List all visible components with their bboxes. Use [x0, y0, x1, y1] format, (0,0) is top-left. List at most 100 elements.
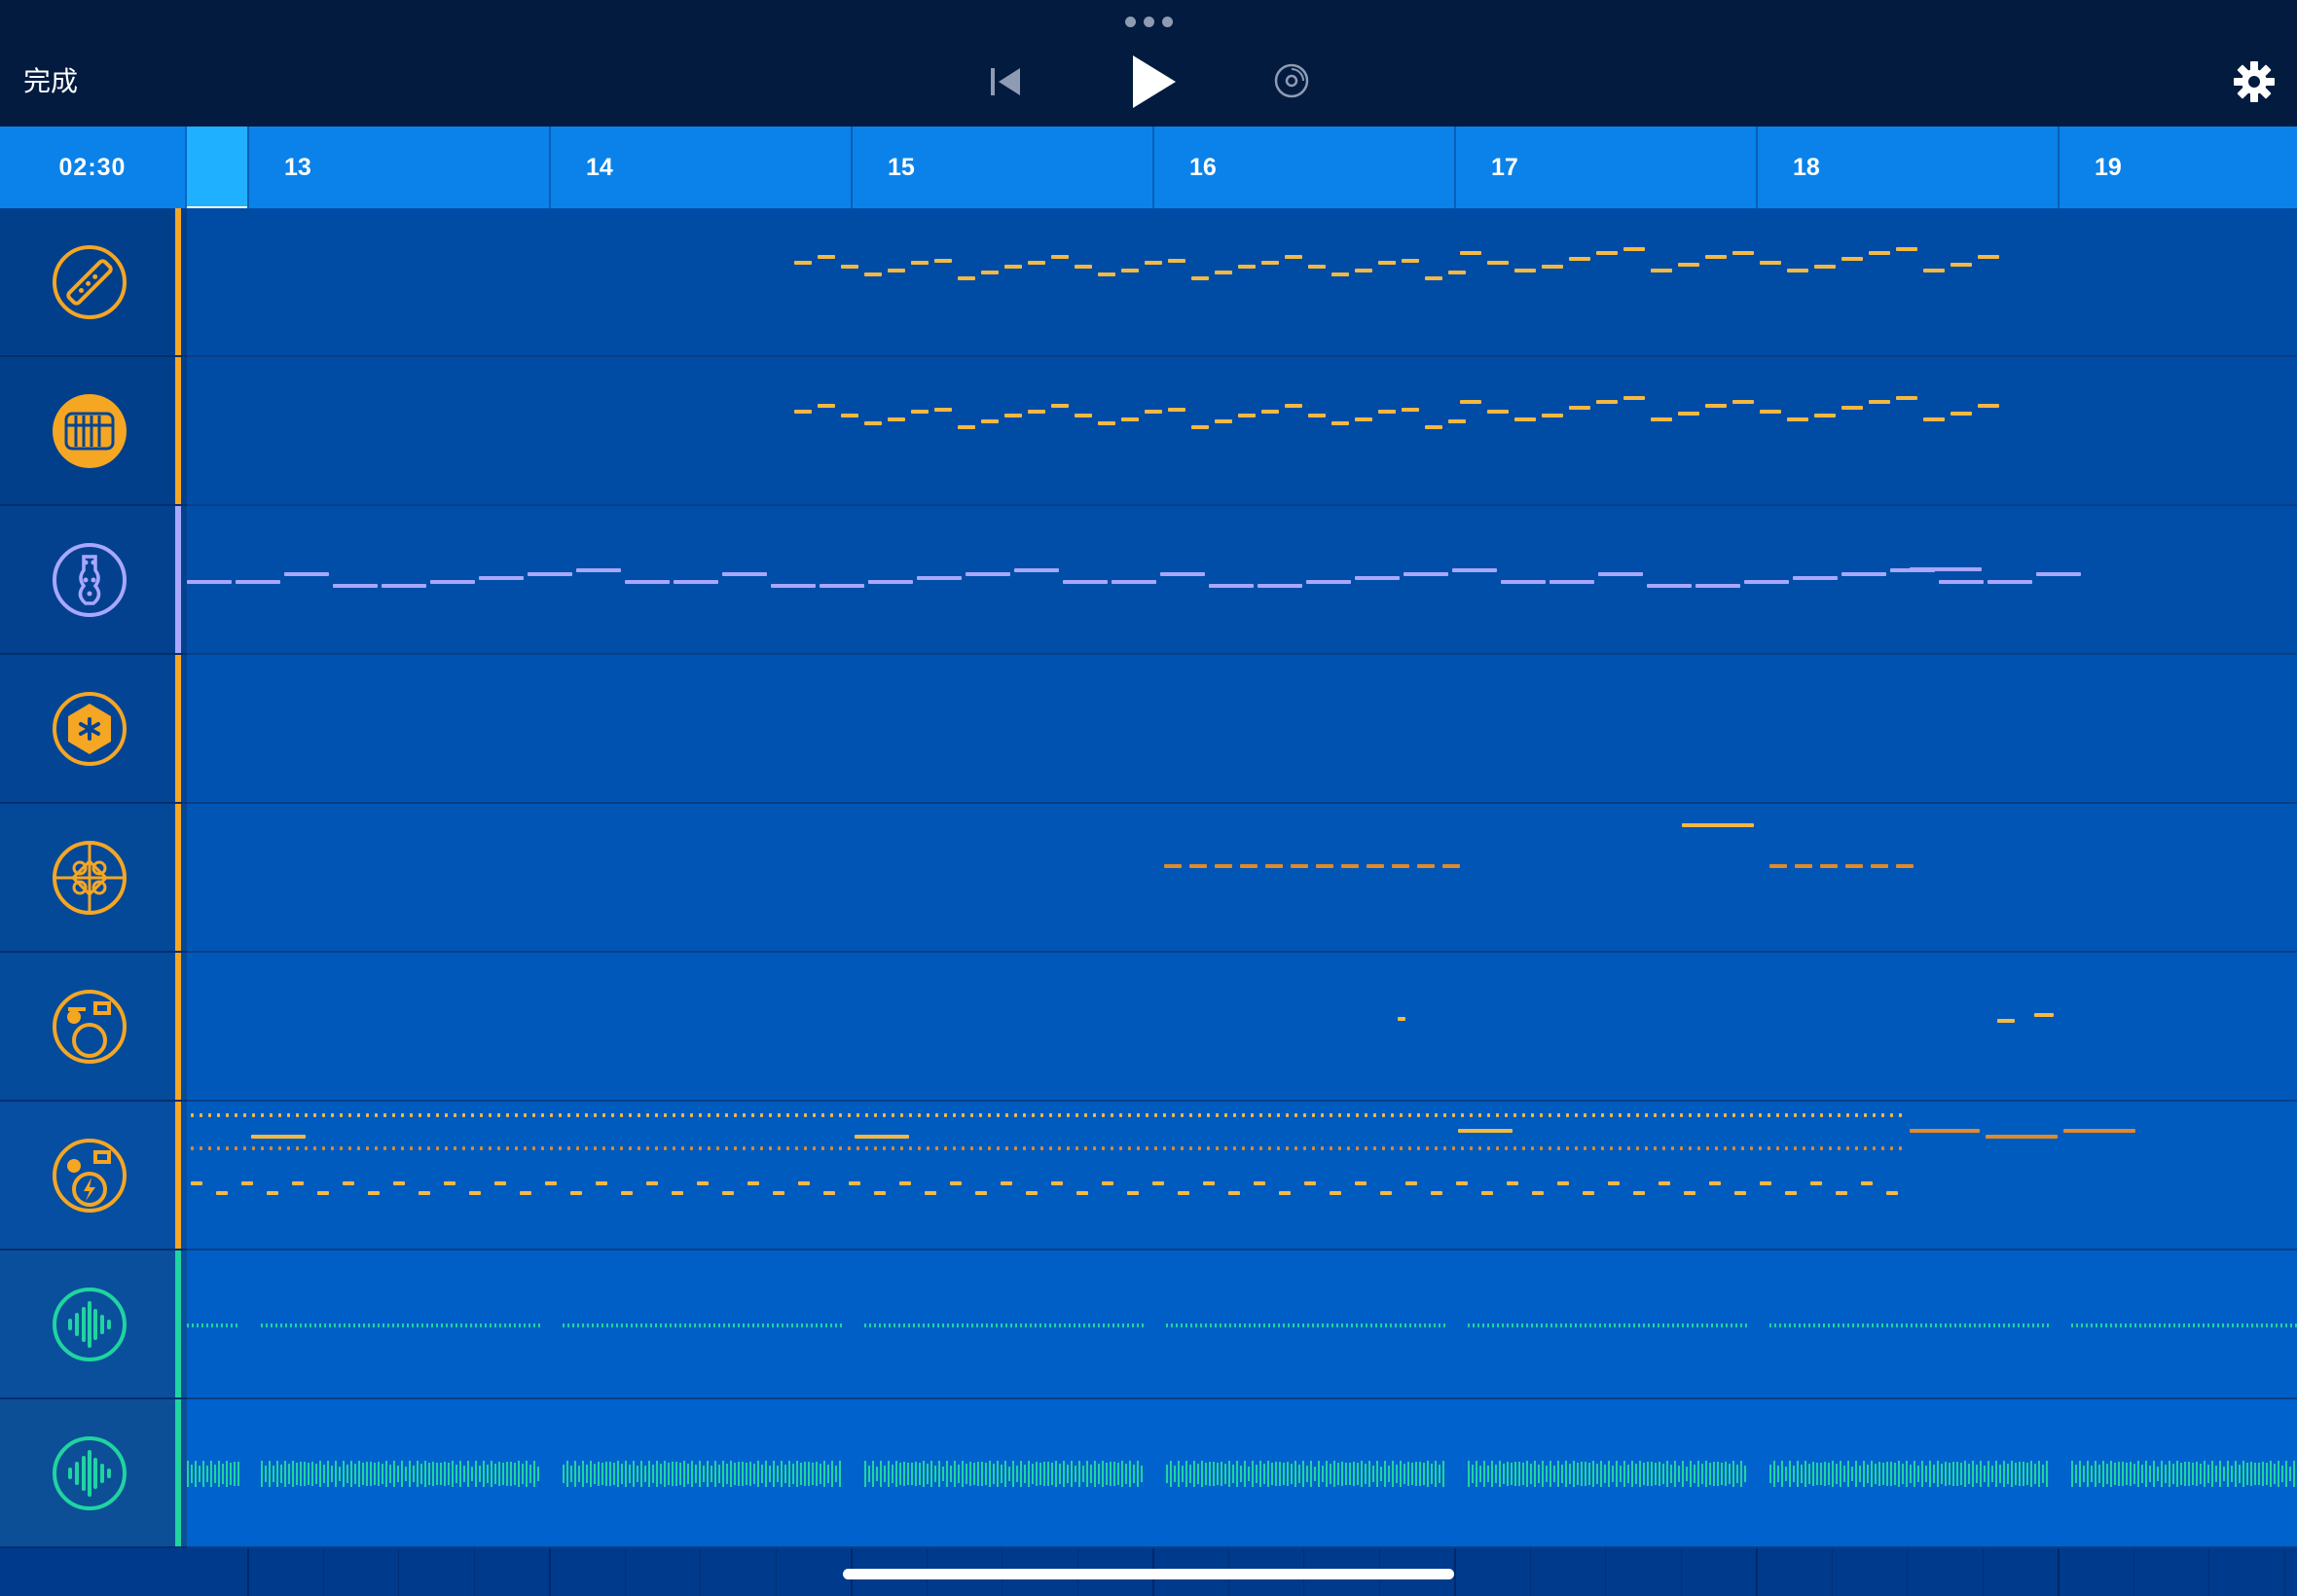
- note-block[interactable]: [953, 1146, 956, 1150]
- note-block[interactable]: [2063, 1129, 2135, 1133]
- note-block[interactable]: [322, 1113, 325, 1117]
- note-block[interactable]: [1487, 1146, 1490, 1150]
- note-block[interactable]: [773, 1191, 784, 1195]
- note-block[interactable]: [1601, 1146, 1604, 1150]
- note-block[interactable]: [1084, 1146, 1087, 1150]
- note-block[interactable]: [1408, 1146, 1411, 1150]
- note-block[interactable]: [674, 580, 718, 584]
- note-block[interactable]: [865, 1113, 868, 1117]
- note-block[interactable]: [217, 1113, 220, 1117]
- note-block[interactable]: [1987, 580, 2032, 584]
- note-block[interactable]: [1014, 1113, 1017, 1117]
- note-block[interactable]: [1684, 1191, 1695, 1195]
- note-block[interactable]: [541, 1146, 544, 1150]
- note-block[interactable]: [1005, 1113, 1008, 1117]
- note-block[interactable]: [1380, 1191, 1392, 1195]
- note-block[interactable]: [550, 1146, 553, 1150]
- note-block[interactable]: [520, 1191, 531, 1195]
- note-block[interactable]: [1785, 1191, 1797, 1195]
- track-header-audio-1[interactable]: [0, 1251, 187, 1399]
- note-block[interactable]: [778, 1146, 781, 1150]
- note-block[interactable]: [1732, 1146, 1735, 1150]
- note-block[interactable]: [1795, 864, 1812, 868]
- note-block[interactable]: [1814, 265, 1836, 269]
- note-block[interactable]: [1254, 1181, 1265, 1185]
- note-block[interactable]: [471, 1113, 474, 1117]
- note-block[interactable]: [348, 1113, 351, 1117]
- note-block[interactable]: [1128, 1146, 1131, 1150]
- note-block[interactable]: [1522, 1113, 1525, 1117]
- note-block[interactable]: [226, 1146, 229, 1150]
- bass-guitar-icon[interactable]: [51, 541, 128, 619]
- note-block[interactable]: [515, 1113, 518, 1117]
- note-block[interactable]: [1189, 1113, 1192, 1117]
- note-block[interactable]: [769, 1146, 772, 1150]
- note-block[interactable]: [1303, 1146, 1306, 1150]
- note-block[interactable]: [401, 1113, 404, 1117]
- note-block[interactable]: [1303, 1113, 1306, 1117]
- note-block[interactable]: [1886, 1191, 1898, 1195]
- note-block[interactable]: [804, 1113, 807, 1117]
- note-block[interactable]: [1382, 1146, 1385, 1150]
- note-block[interactable]: [1285, 255, 1302, 259]
- note-block[interactable]: [191, 1146, 194, 1150]
- note-block[interactable]: [1051, 1181, 1063, 1185]
- note-block[interactable]: [1787, 269, 1808, 272]
- note-block[interactable]: [383, 1113, 386, 1117]
- note-block[interactable]: [857, 1146, 859, 1150]
- note-block[interactable]: [1181, 1146, 1184, 1150]
- note-block[interactable]: [1207, 1113, 1210, 1117]
- note-block[interactable]: [970, 1146, 973, 1150]
- note-block[interactable]: [1259, 1146, 1262, 1150]
- note-block[interactable]: [857, 1113, 859, 1117]
- note-block[interactable]: [1671, 1146, 1674, 1150]
- note-block[interactable]: [935, 1113, 938, 1117]
- note-block[interactable]: [1741, 1146, 1744, 1150]
- note-block[interactable]: [672, 1191, 683, 1195]
- note-block[interactable]: [1207, 1146, 1210, 1150]
- note-block[interactable]: [1146, 1113, 1148, 1117]
- note-block[interactable]: [864, 421, 882, 425]
- note-block[interactable]: [1759, 1113, 1762, 1117]
- note-block[interactable]: [1004, 265, 1022, 269]
- note-block[interactable]: [1951, 263, 1972, 267]
- note-block[interactable]: [585, 1113, 588, 1117]
- note-block[interactable]: [216, 1191, 228, 1195]
- note-block[interactable]: [970, 1113, 973, 1117]
- note-block[interactable]: [471, 1146, 474, 1150]
- note-block[interactable]: [1238, 414, 1256, 417]
- note-block[interactable]: [1093, 1113, 1096, 1117]
- note-block[interactable]: [1814, 414, 1836, 417]
- note-block[interactable]: [392, 1146, 395, 1150]
- note-block[interactable]: [1760, 1181, 1771, 1185]
- note-block[interactable]: [1540, 1146, 1543, 1150]
- note-block[interactable]: [278, 1146, 281, 1150]
- note-block[interactable]: [1951, 412, 1972, 416]
- note-block[interactable]: [646, 1113, 649, 1117]
- note-block[interactable]: [958, 425, 975, 429]
- note-block[interactable]: [366, 1113, 369, 1117]
- note-block[interactable]: [1487, 1113, 1490, 1117]
- note-block[interactable]: [1431, 1191, 1442, 1195]
- note-block[interactable]: [911, 261, 929, 265]
- note-block[interactable]: [1601, 1113, 1604, 1117]
- note-block[interactable]: [1569, 257, 1590, 261]
- note-block[interactable]: [981, 271, 999, 274]
- note-block[interactable]: [1695, 584, 1740, 588]
- note-block[interactable]: [382, 584, 426, 588]
- note-block[interactable]: [296, 1146, 299, 1150]
- note-block[interactable]: [1233, 1146, 1236, 1150]
- note-block[interactable]: [839, 1113, 842, 1117]
- track-lane-drums[interactable]: [187, 953, 2297, 1102]
- note-block[interactable]: [1146, 1146, 1148, 1150]
- note-block[interactable]: [1592, 1146, 1595, 1150]
- note-block[interactable]: [1355, 417, 1372, 421]
- note-block[interactable]: [1522, 1146, 1525, 1150]
- note-block[interactable]: [559, 1146, 562, 1150]
- note-block[interactable]: [1216, 1113, 1219, 1117]
- note-block[interactable]: [1645, 1146, 1648, 1150]
- note-block[interactable]: [900, 1113, 903, 1117]
- track-lane-percussion[interactable]: [187, 655, 2297, 804]
- note-block[interactable]: [567, 1146, 570, 1150]
- note-block[interactable]: [357, 1146, 360, 1150]
